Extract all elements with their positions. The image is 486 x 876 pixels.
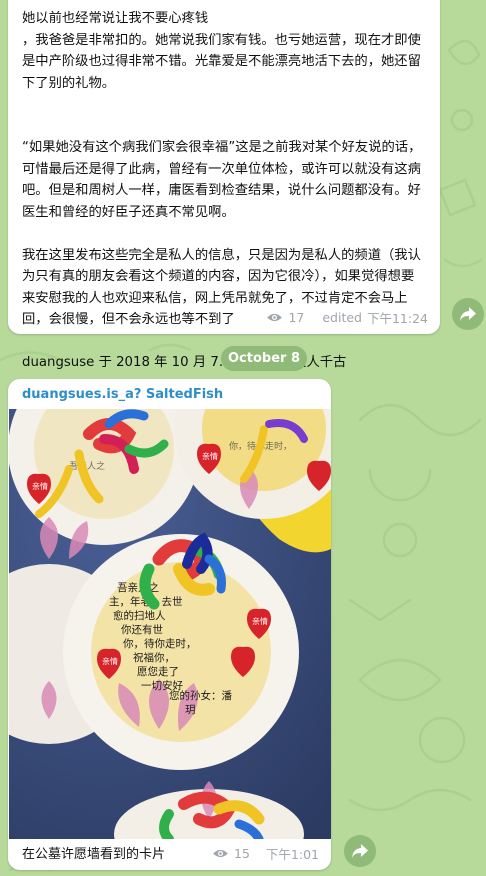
message-meta: 17 edited 下午11:24 xyxy=(266,308,428,327)
forward-button[interactable] xyxy=(452,298,484,330)
edited-label: edited xyxy=(322,310,362,325)
photo-attachment[interactable]: 亲情 亲情 亲情 亲情 吾亲人之 主，年老，去世 愈的扫地人 你还有世 你，待你… xyxy=(9,409,331,839)
message-time: 下午11:24 xyxy=(366,311,428,326)
card-handwriting-line: 愿您走了 xyxy=(137,665,179,678)
date-separator: October 8 xyxy=(221,346,307,371)
forwarded-sender-name[interactable]: duangsues.is_a? SaltedFish xyxy=(22,387,223,402)
message-meta: 15 下午1:01 xyxy=(212,844,319,863)
card-handwriting-line: 祝福你， xyxy=(133,651,175,664)
eye-icon xyxy=(267,313,283,322)
card-handwriting-line: 愈的扫地人 xyxy=(113,609,166,622)
eye-icon xyxy=(213,849,228,858)
message-bubble-text: 她以前也经常说让我不要心疼钱 ，我爸爸是非常扣的。她常说我们家有钱。也亏她运营，… xyxy=(8,0,440,370)
heart-label: 亲情 xyxy=(202,451,218,461)
view-count: 17 xyxy=(288,310,305,325)
card-handwriting-line: 吾亲人之 xyxy=(117,581,159,594)
heart-label: 亲情 xyxy=(252,616,268,626)
heart-label: 亲情 xyxy=(102,656,118,666)
view-count: 15 xyxy=(234,846,250,861)
forward-button[interactable] xyxy=(344,835,376,867)
card-handwriting-line: 你还有世 xyxy=(121,623,163,636)
message-time: 下午1:01 xyxy=(265,847,319,862)
card-handwriting-line: 你，待你走时， xyxy=(123,637,197,650)
memorial-card-photo: 亲情 亲情 亲情 亲情 吾亲人之 主，年老，去世 愈的扫地人 你还有世 你，待你… xyxy=(9,409,331,839)
message-bubble-photo: duangsues.is_a? SaltedFish 亲情 亲情 亲情 亲情 吾… xyxy=(8,379,331,870)
heart-label: 亲情 xyxy=(32,481,48,491)
card-signature-2: 玥 xyxy=(185,704,196,716)
card-signature: 您的孙女：潘 xyxy=(169,689,232,702)
share-arrow-icon xyxy=(352,844,368,858)
share-arrow-icon xyxy=(460,307,476,321)
photo-caption: 在公墓许愿墙看到的卡片 xyxy=(22,847,166,862)
